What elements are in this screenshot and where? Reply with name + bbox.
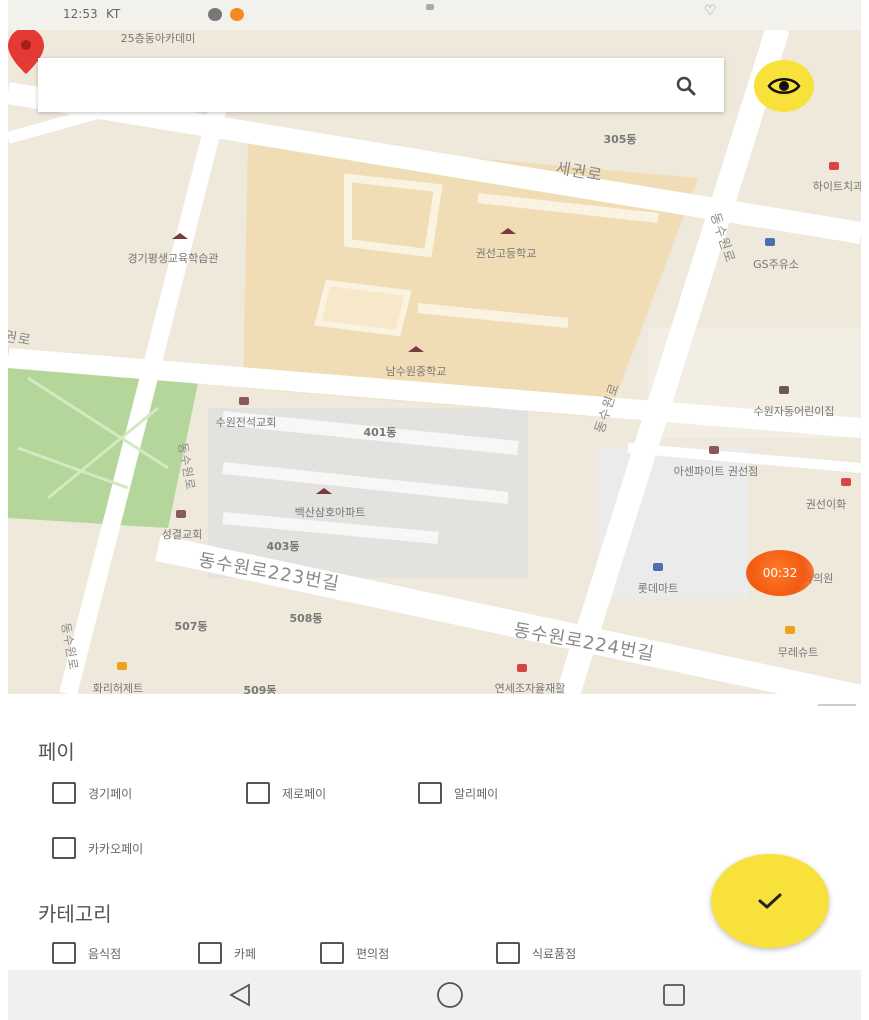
category-section-title: 카테고리 — [38, 902, 112, 926]
status-bar: 12:53 KT ♡ — [8, 0, 861, 30]
shop-icon — [841, 478, 851, 486]
school-icon — [172, 233, 188, 243]
checkbox-label: 알리페이 — [454, 786, 499, 801]
poi-label: 권선고등학교 — [475, 247, 537, 260]
building-label: 507동 — [174, 620, 208, 633]
hospital-icon — [829, 162, 839, 170]
poi-label: 25층동아카데미 — [120, 32, 196, 45]
poi-label: 경기평생교육학습관 — [127, 252, 219, 265]
eye-target-icon — [767, 78, 801, 94]
building-label: 403동 — [266, 540, 300, 553]
poi-label: 하이트치과 — [812, 180, 861, 193]
church-icon — [239, 397, 249, 405]
square-recent-icon — [663, 984, 685, 1006]
checkbox[interactable] — [496, 942, 520, 964]
pharmacy-icon — [785, 626, 795, 634]
checkbox-label: 경기페이 — [88, 786, 133, 801]
status-time: 12:53 — [63, 7, 98, 21]
app-screen: 12:53 KT ♡ 25층동아카데미 305동 하이트치과 경기평생교육학습관… — [8, 0, 861, 1020]
poi-label: 수원전석교회 — [215, 416, 277, 429]
chat-notification-icon — [208, 8, 222, 21]
road-label: 권로 — [8, 328, 33, 350]
nav-recent-button[interactable] — [654, 978, 694, 1012]
store-icon — [709, 446, 719, 454]
triangle-back-icon — [229, 983, 250, 1007]
map-view[interactable]: 25층동아카데미 305동 하이트치과 경기평생교육학습관 권선고등학교 GS주… — [8, 28, 861, 694]
checkbox[interactable] — [52, 942, 76, 964]
poi-label: 권선이화 — [805, 498, 847, 511]
checkbox-label: 편의점 — [356, 946, 390, 961]
category-option-restaurant[interactable]: 음식점 — [52, 942, 121, 964]
pay-option-kakao[interactable]: 카카오페이 — [52, 837, 143, 859]
checkbox[interactable] — [320, 942, 344, 964]
search-bar — [38, 58, 724, 114]
daycare-icon — [779, 386, 789, 394]
poi-label: 성결교회 — [161, 528, 203, 541]
poi-label: 무레슈트 — [777, 646, 819, 659]
nav-back-button[interactable] — [220, 978, 260, 1012]
confirm-button[interactable] — [711, 854, 829, 948]
pay-option-ali[interactable]: 알리페이 — [418, 782, 498, 804]
checkmark-icon — [758, 893, 782, 909]
search-input[interactable] — [50, 58, 654, 114]
poi-label: 롯데마트 — [637, 582, 679, 595]
hospital-icon — [517, 664, 527, 672]
poi-label: 연세조자율재활 — [494, 682, 566, 694]
my-location-button[interactable] — [754, 60, 814, 112]
school-icon — [500, 228, 516, 238]
building-label: 305동 — [603, 133, 637, 146]
heart-icon: ♡ — [704, 3, 717, 19]
checkbox-label: 음식점 — [88, 946, 122, 961]
school-icon — [408, 346, 424, 356]
category-option-convenience[interactable]: 편의점 — [320, 942, 389, 964]
poi-label: 아센파이트 권선점 — [673, 465, 759, 478]
checkbox[interactable] — [246, 782, 270, 804]
status-carrier: KT — [106, 7, 121, 21]
app-notification-icon — [230, 8, 244, 21]
category-option-cafe[interactable]: 카페 — [198, 942, 256, 964]
checkbox[interactable] — [418, 782, 442, 804]
checkbox-label: 제로페이 — [282, 786, 327, 801]
pay-section-title: 페이 — [38, 740, 75, 764]
poi-label: 화리허제트 — [92, 682, 144, 694]
circle-home-icon — [437, 982, 463, 1008]
church-icon — [176, 510, 186, 518]
building-label: 509동 — [243, 684, 277, 694]
building-label: 508동 — [289, 612, 323, 625]
nav-home-button[interactable] — [430, 978, 470, 1012]
filter-panel: 페이 경기페이 제로페이 알리페이 카카오페이 카테고리 음식점 카페 편의점 … — [8, 694, 861, 970]
poi-label: 백산삼호아파트 — [294, 506, 366, 519]
checkbox-label: 식료품점 — [532, 946, 577, 961]
checkbox-label: 카카오페이 — [88, 841, 144, 856]
gas-station-icon — [765, 238, 775, 246]
notification-indicator-icon — [426, 4, 434, 10]
cafe-icon — [117, 662, 127, 670]
checkbox-label: 카페 — [234, 946, 257, 961]
poi-label: GS주유소 — [753, 258, 799, 271]
category-option-grocery[interactable]: 식료품점 — [496, 942, 576, 964]
checkbox[interactable] — [52, 782, 76, 804]
pay-option-gyeonggi[interactable]: 경기페이 — [52, 782, 132, 804]
mart-icon — [653, 563, 663, 571]
search-icon[interactable] — [674, 74, 698, 98]
checkbox[interactable] — [198, 942, 222, 964]
building-label: 401동 — [363, 426, 397, 439]
system-nav-bar — [8, 970, 861, 1020]
poi-label: 남수원중학교 — [385, 365, 447, 378]
checkbox[interactable] — [52, 837, 76, 859]
poi-label: 수원자동어린이집 — [753, 405, 835, 418]
pay-option-zero[interactable]: 제로페이 — [246, 782, 326, 804]
apartment-icon — [316, 488, 332, 498]
panel-handle[interactable] — [818, 704, 856, 706]
map-canvas — [8, 28, 861, 694]
timer-bubble[interactable]: 00:32 — [746, 550, 814, 596]
